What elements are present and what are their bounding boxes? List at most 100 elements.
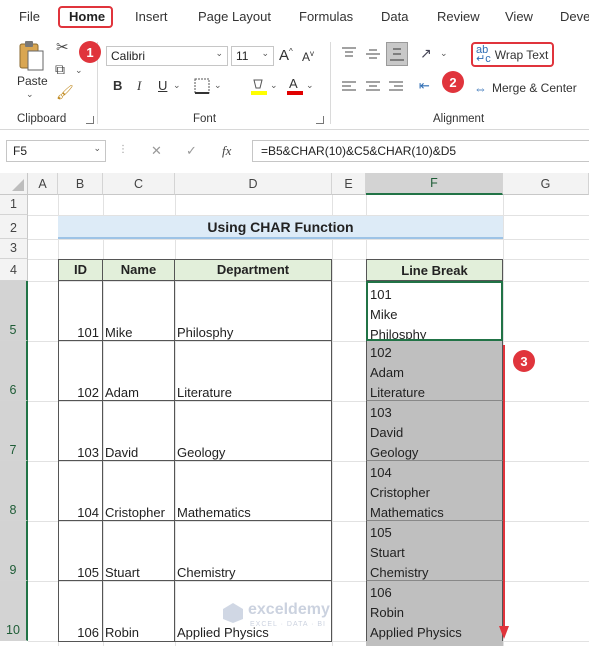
paste-icon[interactable] [17, 40, 45, 72]
watermark-logo: exceldemy EXCEL · DATA · BI [222, 598, 352, 638]
tab-developer[interactable]: Deve [560, 9, 589, 24]
cell-name[interactable]: Robin [103, 581, 175, 641]
header-id[interactable]: ID [59, 260, 103, 281]
formula-input[interactable]: =B5&CHAR(10)&C5&CHAR(10)&D5 [252, 140, 589, 162]
name-box[interactable]: F5 ⌄ [6, 140, 106, 162]
cancel-icon[interactable]: ✕ [151, 143, 162, 159]
row-header-5[interactable]: 5 [0, 281, 28, 341]
font-size-select[interactable]: 11 ⌄ [231, 46, 274, 66]
align-left-icon[interactable] [342, 80, 356, 94]
cell-id[interactable]: 105 [59, 521, 103, 581]
header-name[interactable]: Name [103, 260, 175, 281]
chevron-down-icon[interactable]: ⌄ [214, 80, 222, 91]
row-header-10[interactable]: 10 [0, 581, 28, 641]
chevron-down-icon[interactable]: ⌄ [26, 89, 34, 100]
font-name-select[interactable]: Calibri ⌄ [106, 46, 228, 66]
cell-line-break[interactable]: 103 David Geology [366, 401, 503, 461]
line-1: 101 [370, 287, 392, 302]
header-line-break[interactable]: Line Break [366, 259, 503, 281]
cell-department[interactable]: Geology [175, 401, 331, 461]
paste-label[interactable]: Paste [17, 74, 48, 88]
cell-id[interactable]: 106 [59, 581, 103, 641]
row-header-2[interactable]: 2 [0, 215, 28, 239]
enter-icon[interactable]: ✓ [186, 143, 197, 159]
format-painter-icon[interactable]: 🖌 [56, 84, 74, 101]
line-2: Mike [370, 307, 398, 322]
tab-insert[interactable]: Insert [135, 9, 168, 24]
decrease-font-icon[interactable]: Av [302, 49, 314, 64]
row-header-7[interactable]: 7 [0, 401, 28, 461]
bold-button[interactable]: B [113, 78, 122, 93]
select-all-corner[interactable] [0, 173, 28, 195]
cell-department[interactable]: Literature [175, 341, 331, 401]
row-header-1[interactable]: 1 [0, 195, 28, 215]
copy-icon[interactable]: ⧉ [55, 61, 65, 78]
cell-line-break[interactable]: 105 Stuart Chemistry [366, 521, 503, 581]
align-right-icon[interactable] [389, 80, 403, 94]
tab-home[interactable]: Home [58, 6, 114, 28]
tab-formulas[interactable]: Formulas [299, 9, 353, 24]
column-header-f[interactable]: F [366, 173, 503, 195]
row-header-9[interactable]: 9 [0, 521, 28, 581]
chevron-down-icon[interactable]: ⌄ [173, 80, 181, 91]
tab-data[interactable]: Data [381, 9, 408, 24]
tab-view[interactable]: View [505, 9, 533, 24]
cell-department[interactable]: Philosphy [175, 281, 331, 341]
align-center-icon[interactable] [366, 80, 380, 94]
tab-file[interactable]: File [19, 9, 40, 24]
tab-review[interactable]: Review [437, 9, 480, 24]
cell-name[interactable]: David [103, 401, 175, 461]
font-launcher-icon[interactable] [316, 116, 324, 124]
underline-button[interactable]: U [158, 78, 167, 93]
cell-line-break[interactable]: 102 Adam Literature [366, 341, 503, 401]
chevron-down-icon[interactable]: ⌄ [306, 80, 314, 91]
cell-name[interactable]: Stuart [103, 521, 175, 581]
increase-font-icon[interactable]: A^ [279, 47, 293, 64]
borders-icon[interactable] [194, 78, 210, 94]
wrap-text-button[interactable]: ab ↵c Wrap Text [471, 42, 554, 67]
sheet-title[interactable]: Using CHAR Function [58, 216, 503, 239]
header-department[interactable]: Department [175, 260, 331, 281]
column-header-g[interactable]: G [503, 173, 589, 195]
decrease-indent-icon[interactable]: ⇤ [419, 78, 430, 94]
font-size-value: 11 [236, 49, 249, 63]
watermark-name: exceldemy [248, 601, 330, 618]
font-color-icon[interactable]: A [286, 76, 304, 96]
fill-color-icon[interactable] [250, 76, 268, 96]
column-header-a[interactable]: A [28, 173, 58, 195]
cell-name[interactable]: Cristopher [103, 461, 175, 521]
top-align-icon[interactable] [342, 47, 356, 61]
clipboard-launcher-icon[interactable] [86, 116, 94, 124]
tab-page-layout[interactable]: Page Layout [198, 9, 271, 24]
chevron-down-icon[interactable]: ⌄ [440, 48, 448, 59]
cell-id[interactable]: 101 [59, 281, 103, 341]
insert-function-icon[interactable]: fx [222, 143, 231, 159]
more-icon: ⋮ [118, 144, 128, 155]
cut-icon[interactable]: ✂ [56, 38, 69, 56]
cell-line-break[interactable]: 104 Cristopher Mathematics [366, 461, 503, 521]
middle-align-icon[interactable] [366, 47, 380, 61]
orientation-icon[interactable]: ↗ [420, 45, 432, 62]
chevron-down-icon[interactable]: ⌄ [75, 65, 83, 76]
column-header-e[interactable]: E [332, 173, 366, 195]
column-header-c[interactable]: C [103, 173, 175, 195]
merge-center-button[interactable]: ⇔ Merge & Center [474, 79, 586, 97]
cell-id[interactable]: 103 [59, 401, 103, 461]
cell-name[interactable]: Mike [103, 281, 175, 341]
cell-department[interactable]: Chemistry [175, 521, 331, 581]
column-header-d[interactable]: D [175, 173, 332, 195]
cell-department[interactable]: Mathematics [175, 461, 331, 521]
cell-name[interactable]: Adam [103, 341, 175, 401]
row-header-6[interactable]: 6 [0, 341, 28, 401]
cell-id[interactable]: 102 [59, 341, 103, 401]
chevron-down-icon[interactable]: ⌄ [270, 80, 278, 91]
cell-id[interactable]: 104 [59, 461, 103, 521]
italic-button[interactable]: I [137, 78, 141, 94]
cell-line-break-active[interactable]: 101 Mike Philosphy [366, 281, 503, 341]
cell-line-break[interactable]: 106 Robin Applied Physics [366, 581, 503, 641]
row-header-3[interactable]: 3 [0, 239, 28, 259]
bottom-align-button[interactable] [386, 42, 408, 66]
row-header-4[interactable]: 4 [0, 259, 28, 281]
column-header-b[interactable]: B [58, 173, 103, 195]
row-header-8[interactable]: 8 [0, 461, 28, 521]
